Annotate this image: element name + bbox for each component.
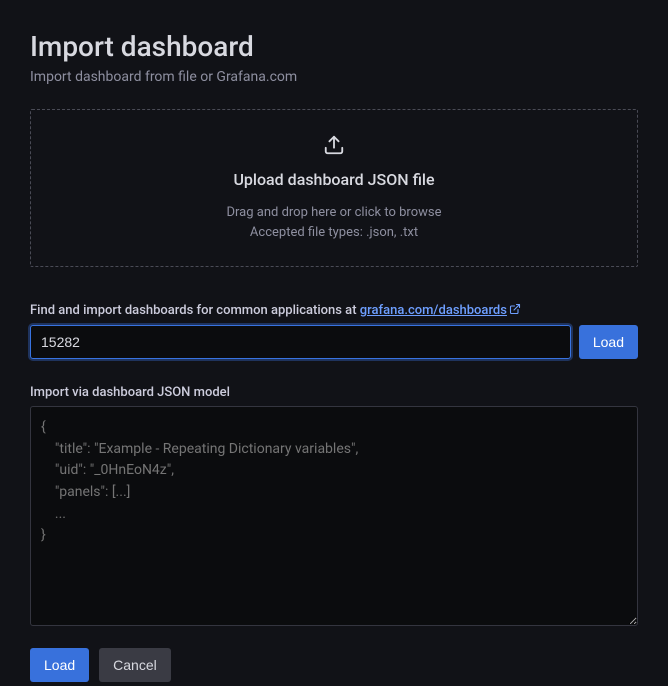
page-title: Import dashboard: [30, 30, 638, 63]
page-subtitle: Import dashboard from file or Grafana.co…: [30, 69, 638, 85]
load-url-button[interactable]: Load: [579, 325, 638, 359]
json-model-textarea[interactable]: [30, 406, 638, 626]
upload-hint-line2: Accepted file types: .json, .txt: [55, 223, 613, 243]
url-label-prefix: Find and import dashboards for common ap…: [30, 303, 360, 318]
json-section-label: Import via dashboard JSON model: [30, 385, 638, 400]
upload-hint-line1: Drag and drop here or click to browse: [55, 203, 613, 223]
dashboard-url-input[interactable]: [30, 325, 571, 359]
url-input-row: Load: [30, 325, 638, 359]
upload-file-zone[interactable]: Upload dashboard JSON file Drag and drop…: [30, 109, 638, 267]
upload-title: Upload dashboard JSON file: [55, 170, 613, 189]
upload-icon: [323, 134, 345, 160]
grafana-dashboards-link[interactable]: grafana.com/dashboards: [360, 303, 521, 318]
url-section-label: Find and import dashboards for common ap…: [30, 303, 638, 319]
external-link-icon: [509, 303, 521, 319]
cancel-button[interactable]: Cancel: [99, 648, 171, 682]
upload-hint: Drag and drop here or click to browse Ac…: [55, 203, 613, 242]
footer-button-row: Load Cancel: [30, 648, 638, 682]
load-button[interactable]: Load: [30, 648, 89, 682]
